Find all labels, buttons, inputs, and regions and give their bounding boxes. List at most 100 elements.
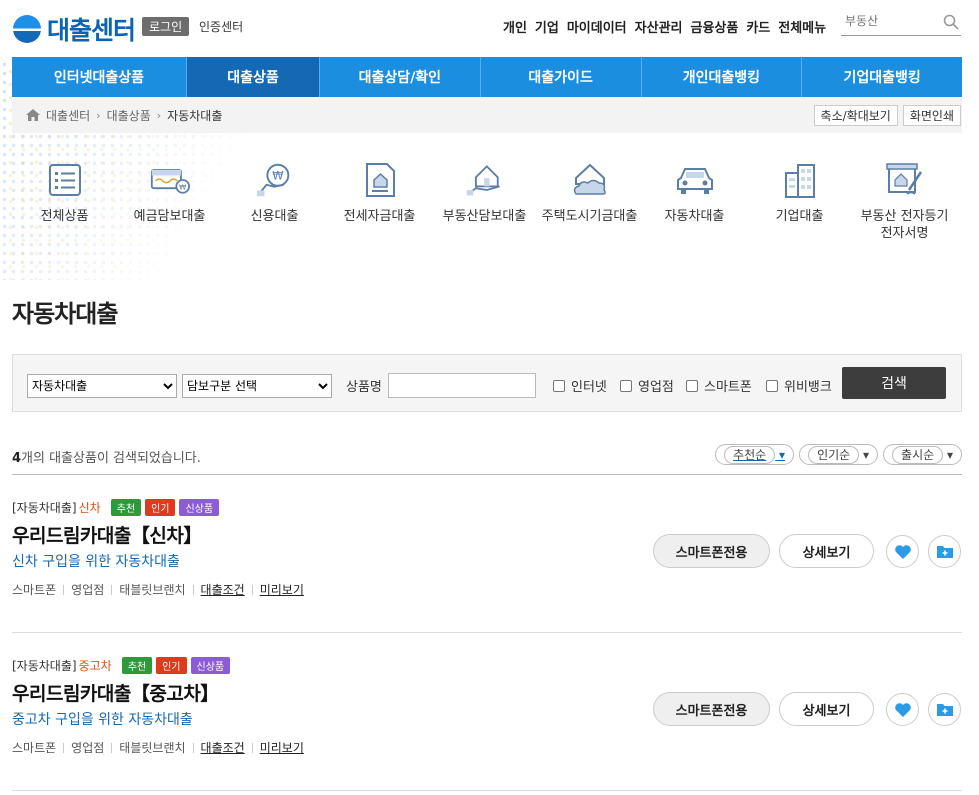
search-button[interactable]: 검색 [842,367,946,399]
list-icon [45,160,85,200]
category-label: 전체상품 [40,209,89,224]
favorite-button[interactable] [886,535,919,568]
top-link-card[interactable]: 카드 [746,17,770,36]
checkbox-label: 영업점 [638,380,674,395]
nav-loan-guide[interactable]: 대출가이드 [481,57,642,97]
logo-icon [13,15,41,43]
main-nav: 인터넷대출상품 대출상품 대출상담/확인 대출가이드 개인대출뱅킹 기업대출뱅킹 [12,57,962,97]
folder-add-icon [936,704,953,716]
category-real-estate[interactable]: 부동산담보대출 [432,160,537,250]
detail-button[interactable]: 상세보기 [779,692,874,726]
sort-latest[interactable]: 출시순 ▾ [883,444,962,465]
house-hand-icon [465,160,505,200]
chevron-right-icon: › [156,108,162,122]
category-label: 예금담보대출 [133,209,206,224]
category-all[interactable]: 전체상품 [12,160,117,250]
top-link-asset[interactable]: 자산관리 [635,17,683,36]
svg-text:₩: ₩ [179,183,186,192]
category-menu: 전체상품 ₩ 예금담보대출 ₩ 신용대출 전세자금대출 부동산담보대출 주택도시… [12,160,962,250]
nav-personal-banking[interactable]: 개인대출뱅킹 [642,57,803,97]
product-description: 중고차 구입을 위한 자동차대출 [12,712,193,728]
product-name[interactable]: 우리드림카대출【중고차】 [12,679,219,706]
breadcrumb-item[interactable]: 대출상품 [107,107,151,124]
breadcrumb-item[interactable]: 대출센터 [46,107,90,124]
product-name[interactable]: 우리드림카대출【신차】 [12,521,202,548]
top-link-personal[interactable]: 개인 [503,17,527,36]
product-channels: 스마트폰 영업점 태블릿브랜치 대출조건 미리보기 [12,581,304,598]
cert-center-link[interactable]: 인증센터 [199,18,243,35]
category-auto[interactable]: 자동차대출 [642,160,747,250]
house-cloud-icon [570,160,610,200]
product-category-text: [자동차대출] [12,659,77,673]
svg-text:₩: ₩ [272,169,283,183]
channel-label: 태블릿브랜치 [119,583,186,597]
top-search [841,12,961,36]
smartphone-only-button[interactable]: 스마트폰전용 [653,692,770,726]
preview-link[interactable]: 미리보기 [260,739,304,756]
checkbox-smartphone[interactable]: 스마트폰 [686,376,752,395]
building-icon [780,160,820,200]
search-icon[interactable] [943,14,959,34]
channel-label: 스마트폰 [12,741,57,755]
product-name-input[interactable] [388,373,536,398]
nav-internet-loan[interactable]: 인터넷대출상품 [12,57,187,97]
checkbox-icon[interactable] [766,379,778,392]
category-label: 신용대출 [250,209,299,224]
result-count-text: 개의 대출상품이 검색되었습니다. [21,451,201,466]
nav-business-banking[interactable]: 기업대출뱅킹 [802,57,962,97]
category-label: 기업대출 [775,209,824,224]
nav-loan-consult[interactable]: 대출상담/확인 [320,57,481,97]
detail-button[interactable]: 상세보기 [779,534,874,568]
category-e-registry[interactable]: 부동산 전자등기 전자서명 [852,160,957,250]
product-subcategory: 중고차 [78,659,112,673]
checkbox-label: 인터넷 [571,380,607,395]
top-link-finance[interactable]: 금융상품 [691,17,739,36]
tag-new: 신상품 [179,499,220,516]
loan-terms-link[interactable]: 대출조건 [201,739,245,756]
home-icon[interactable] [26,109,40,121]
smartphone-only-button[interactable]: 스마트폰전용 [653,534,770,568]
category-business[interactable]: 기업대출 [747,160,852,250]
checkbox-icon[interactable] [686,379,698,392]
top-search-input[interactable] [841,12,937,30]
divider [12,474,962,475]
top-links: 개인 기업 마이데이터 자산관리 금융상품 카드 전체메뉴 [503,17,826,36]
category-deposit-secured[interactable]: ₩ 예금담보대출 [117,160,222,250]
add-folder-button[interactable] [928,535,961,568]
contract-sign-icon [885,160,925,200]
checkbox-branch[interactable]: 영업점 [620,376,674,395]
category-label: 주택도시기금대출 [541,209,638,224]
top-link-mydata[interactable]: 마이데이터 [567,17,627,36]
preview-link[interactable]: 미리보기 [260,581,304,598]
tag-recommended: 추천 [121,657,153,674]
checkbox-internet[interactable]: 인터넷 [553,376,607,395]
category-credit[interactable]: ₩ 신용대출 [222,160,327,250]
channel-label: 영업점 [71,741,105,755]
checkbox-icon[interactable] [620,379,632,392]
sort-popular[interactable]: 인기순 ▾ [799,444,879,465]
tag-recommended: 추천 [110,499,142,516]
channel-label: 태블릿브랜치 [119,741,186,755]
logo[interactable]: 대출센터 [13,11,136,47]
favorite-button[interactable] [886,693,919,726]
top-link-business[interactable]: 기업 [535,17,559,36]
zoom-button[interactable]: 축소/확대보기 [813,105,898,126]
collateral-select[interactable]: 담보구분 선택 [182,374,332,398]
nav-loan-products[interactable]: 대출상품 [187,57,320,97]
add-folder-button[interactable] [928,693,961,726]
category-label: 부동산담보대출 [442,209,527,224]
category-label: 전세자금대출 [343,209,416,224]
loan-terms-link[interactable]: 대출조건 [201,581,245,598]
sort-recommended[interactable]: 추천순 ▾ [715,444,795,465]
top-link-allmenu[interactable]: 전체메뉴 [778,17,826,36]
checkbox-wibee[interactable]: 위비뱅크 [766,376,832,395]
category-housing-fund[interactable]: 주택도시기금대출 [537,160,642,250]
checkbox-icon[interactable] [553,379,565,392]
checkbox-label: 위비뱅크 [784,380,832,395]
loan-type-select[interactable]: 자동차대출 [27,374,177,398]
print-button[interactable]: 화면인쇄 [902,105,961,126]
category-jeonse[interactable]: 전세자금대출 [327,160,432,250]
product-channels: 스마트폰 영업점 태블릿브랜치 대출조건 미리보기 [12,739,304,756]
login-button[interactable]: 로그인 [142,17,190,36]
folder-add-icon [936,546,953,558]
